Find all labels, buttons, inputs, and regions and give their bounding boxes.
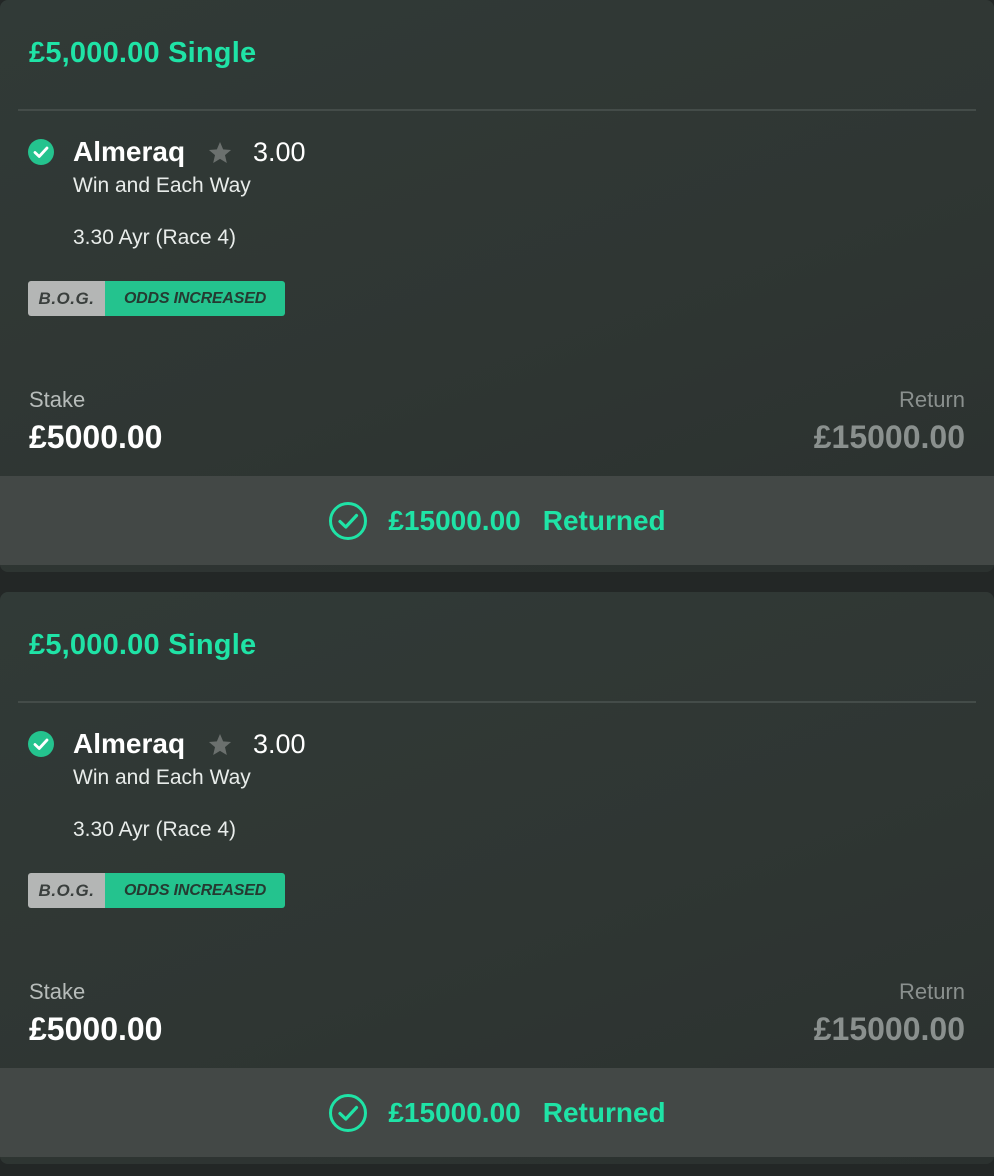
card-separator xyxy=(0,572,994,592)
divider xyxy=(18,109,976,111)
star-icon[interactable] xyxy=(207,732,233,758)
bet-title: £5,000.00 Single xyxy=(29,629,257,661)
returned-amount: £15000.00 xyxy=(388,1096,521,1128)
selection-market: Win and Each Way xyxy=(73,766,251,789)
return-value: £15000.00 xyxy=(813,419,965,455)
selection-name: Almeraq xyxy=(73,136,186,167)
selection-event: 3.30 Ayr (Race 4) xyxy=(73,226,237,249)
selection-name: Almeraq xyxy=(73,728,186,759)
return-label: Return xyxy=(898,979,965,1004)
selection-event: 3.30 Ayr (Race 4) xyxy=(73,818,237,841)
promo-badges: B.O.G. ODDS INCREASED xyxy=(28,873,285,908)
returned-status-bar: £15000.00 Returned xyxy=(0,476,994,565)
check-circle-filled-icon xyxy=(28,731,54,757)
odds-increased-badge: ODDS INCREASED xyxy=(105,873,285,908)
returned-text: Returned xyxy=(542,504,666,536)
bog-badge: B.O.G. xyxy=(28,873,105,908)
selection-market: Win and Each Way xyxy=(73,174,251,197)
odds-increased-badge: ODDS INCREASED xyxy=(105,281,285,316)
check-circle-outline-icon xyxy=(329,501,368,540)
bet-card[interactable]: £5,000.00 Single Almeraq 3.00 Win and Ea… xyxy=(0,0,994,572)
check-circle-filled-icon xyxy=(28,139,54,165)
bet-title: £5,000.00 Single xyxy=(29,37,257,69)
return-label: Return xyxy=(898,387,965,412)
stake-label: Stake xyxy=(29,979,86,1004)
selection-odds: 3.00 xyxy=(253,729,306,759)
bet-card[interactable]: £5,000.00 Single Almeraq 3.00 Win and Ea… xyxy=(0,592,994,1164)
stake-label: Stake xyxy=(29,387,86,412)
returned-status-bar: £15000.00 Returned xyxy=(0,1068,994,1157)
promo-badges: B.O.G. ODDS INCREASED xyxy=(28,281,285,316)
stake-value: £5000.00 xyxy=(29,1011,163,1047)
divider xyxy=(18,701,976,703)
stake-value: £5000.00 xyxy=(29,419,163,455)
returned-text: Returned xyxy=(542,1096,666,1128)
returned-amount: £15000.00 xyxy=(388,504,521,536)
selection-odds: 3.00 xyxy=(253,137,306,167)
return-value: £15000.00 xyxy=(813,1011,965,1047)
bog-badge: B.O.G. xyxy=(28,281,105,316)
star-icon[interactable] xyxy=(207,140,233,166)
check-circle-outline-icon xyxy=(329,1093,368,1132)
